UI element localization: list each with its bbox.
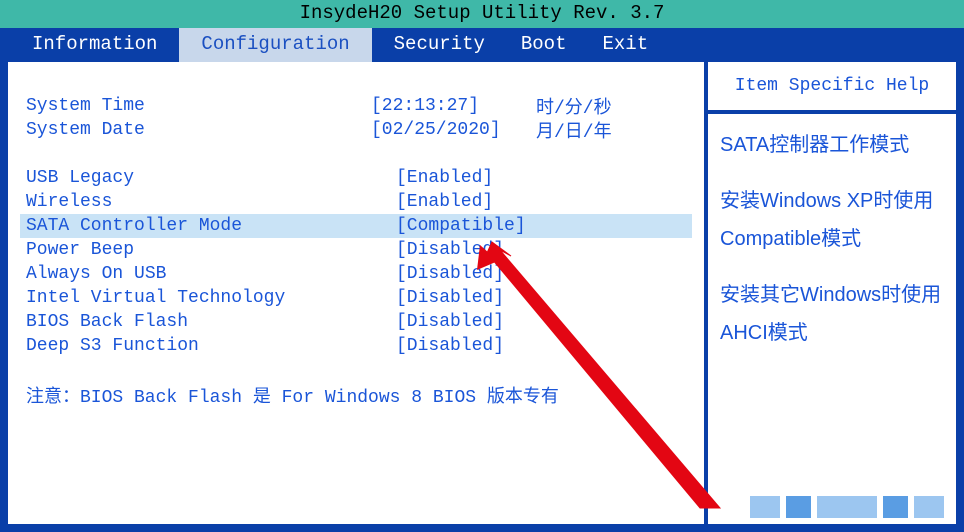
row-wireless[interactable]: Wireless [Enabled] bbox=[20, 190, 692, 214]
pixel-block bbox=[817, 496, 877, 518]
row-deep-s3-function[interactable]: Deep S3 Function [Disabled] bbox=[20, 334, 692, 358]
label-ivt: Intel Virtual Technology bbox=[26, 288, 396, 308]
spacer bbox=[20, 142, 692, 166]
row-system-date[interactable]: System Date [02/25/2020] 月/日/年 bbox=[20, 118, 692, 142]
value-wireless[interactable]: [Enabled] bbox=[396, 192, 561, 212]
value-system-date[interactable]: [02/25/2020] bbox=[371, 120, 536, 140]
label-system-date: System Date bbox=[26, 120, 371, 140]
label-power-beep: Power Beep bbox=[26, 240, 396, 260]
tab-configuration[interactable]: Configuration bbox=[179, 28, 371, 62]
label-always-on-usb: Always On USB bbox=[26, 264, 396, 284]
row-sata-controller-mode[interactable]: SATA Controller Mode [Compatible] bbox=[20, 214, 692, 238]
help-title: Item Specific Help bbox=[708, 62, 956, 114]
label-sata-mode: SATA Controller Mode bbox=[26, 216, 396, 236]
extra-system-time: 时/分/秒 bbox=[536, 93, 686, 119]
pixel-block bbox=[914, 496, 944, 518]
help-spacer bbox=[720, 164, 946, 182]
row-intel-virtual-technology[interactable]: Intel Virtual Technology [Disabled] bbox=[20, 286, 692, 310]
help-body: SATA控制器工作模式 安装Windows XP时使用Compatible模式 … bbox=[708, 114, 956, 362]
value-system-time[interactable]: [22:13:27] bbox=[371, 96, 536, 116]
label-usb-legacy: USB Legacy bbox=[26, 168, 396, 188]
title-bar: InsydeH20 Setup Utility Rev. 3.7 bbox=[0, 0, 964, 28]
tab-bar: Information Configuration Security Boot … bbox=[0, 28, 964, 62]
pixel-watermark bbox=[750, 496, 944, 518]
value-bios-back-flash[interactable]: [Disabled] bbox=[396, 312, 561, 332]
row-system-time[interactable]: System Time [22:13:27] 时/分/秒 bbox=[20, 94, 692, 118]
value-always-on-usb[interactable]: [Disabled] bbox=[396, 264, 561, 284]
main-panel: System Time [22:13:27] 时/分/秒 System Date… bbox=[8, 62, 704, 524]
help-spacer bbox=[720, 258, 946, 276]
note-text: 注意：BIOS Back Flash 是 For Windows 8 BIOS … bbox=[20, 358, 692, 408]
value-power-beep[interactable]: [Disabled] bbox=[396, 240, 561, 260]
value-ivt[interactable]: [Disabled] bbox=[396, 288, 561, 308]
label-system-time: System Time bbox=[26, 96, 371, 116]
content-body: System Time [22:13:27] 时/分/秒 System Date… bbox=[0, 62, 964, 532]
label-wireless: Wireless bbox=[26, 192, 396, 212]
tab-boot[interactable]: Boot bbox=[507, 28, 581, 62]
label-bios-back-flash: BIOS Back Flash bbox=[26, 312, 396, 332]
value-sata-mode[interactable]: [Compatible] bbox=[396, 216, 561, 236]
value-deep-s3[interactable]: [Disabled] bbox=[396, 336, 561, 356]
extra-system-date: 月/日/年 bbox=[536, 117, 686, 143]
help-line-1: SATA控制器工作模式 bbox=[720, 126, 946, 164]
tab-information[interactable]: Information bbox=[18, 28, 171, 62]
pixel-block bbox=[750, 496, 780, 518]
tab-exit[interactable]: Exit bbox=[588, 28, 662, 62]
help-line-3: 安装其它Windows时使用AHCI模式 bbox=[720, 276, 946, 352]
tab-security[interactable]: Security bbox=[380, 28, 499, 62]
value-usb-legacy[interactable]: [Enabled] bbox=[396, 168, 561, 188]
help-panel: Item Specific Help SATA控制器工作模式 安装Windows… bbox=[704, 62, 956, 524]
row-always-on-usb[interactable]: Always On USB [Disabled] bbox=[20, 262, 692, 286]
help-line-2: 安装Windows XP时使用Compatible模式 bbox=[720, 182, 946, 258]
row-power-beep[interactable]: Power Beep [Disabled] bbox=[20, 238, 692, 262]
pixel-block bbox=[883, 496, 908, 518]
label-deep-s3: Deep S3 Function bbox=[26, 336, 396, 356]
pixel-block bbox=[786, 496, 811, 518]
row-bios-back-flash[interactable]: BIOS Back Flash [Disabled] bbox=[20, 310, 692, 334]
row-usb-legacy[interactable]: USB Legacy [Enabled] bbox=[20, 166, 692, 190]
